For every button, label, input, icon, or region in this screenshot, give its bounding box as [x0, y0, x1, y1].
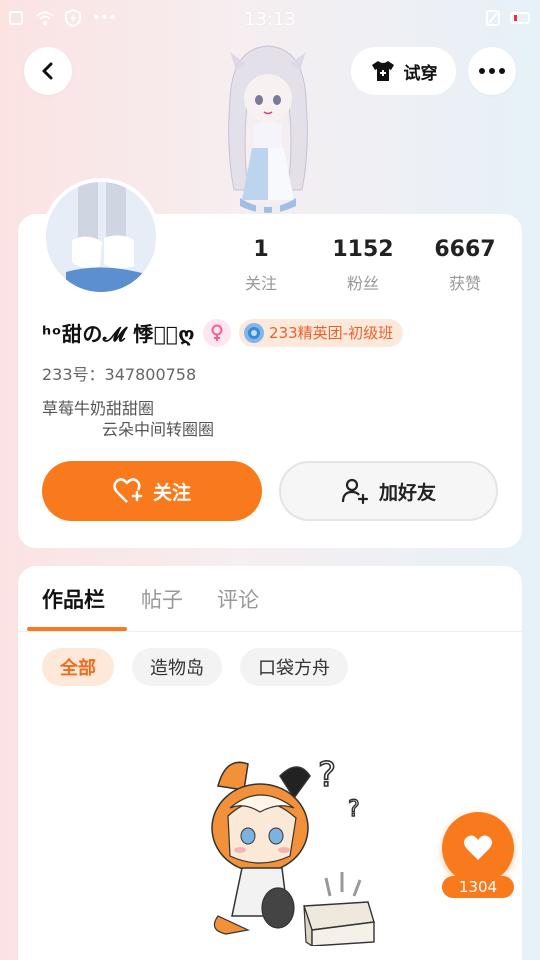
stat-following-label: 关注 — [244, 274, 277, 293]
follow-button[interactable]: 关注 — [42, 461, 262, 521]
avatar-image — [46, 182, 156, 292]
heart-icon — [464, 835, 492, 860]
tab-comments[interactable]: 评论 — [217, 584, 259, 614]
follow-label: 关注 — [152, 481, 191, 504]
rank-badge[interactable]: 233精英团-初级班 — [239, 318, 404, 347]
like-button[interactable] — [442, 812, 514, 884]
works-tabs: 作品栏 帖子 评论 — [18, 566, 522, 632]
name-row: ʰᵒ甜の𝓜 悸念⃢ღ 233精英团-初级班 — [42, 318, 404, 347]
svg-text:?: ? — [348, 797, 360, 822]
empty-state-illustration: ? ? — [211, 754, 375, 946]
tab-indicator — [27, 627, 127, 631]
filter-pocket-ark[interactable]: 口袋方舟 — [240, 648, 348, 686]
add-friend-button[interactable]: 加好友 — [279, 461, 498, 521]
try-on-label: 试穿 — [403, 63, 438, 84]
stat-likes-count: 6667 — [434, 237, 496, 262]
bio-line-2: 云朵中间转圈圈 — [102, 420, 215, 439]
filter-creation-island[interactable]: 造物岛 — [132, 648, 222, 686]
stat-following[interactable]: 1 关注 — [211, 237, 311, 294]
works-card: 作品栏 帖子 评论 全部 造物岛 口袋方舟 ? ? — [18, 566, 522, 960]
username: ʰᵒ甜の𝓜 悸念⃢ღ — [42, 322, 196, 346]
user-id: 233号：347800758 — [42, 365, 197, 384]
stat-fans-count: 1152 — [332, 237, 394, 262]
avatar-figure-image[interactable] — [212, 40, 324, 216]
add-user-icon — [341, 478, 369, 505]
stat-fans-label: 粉丝 — [346, 274, 379, 293]
tab-posts[interactable]: 帖子 — [141, 584, 183, 614]
tab-works[interactable]: 作品栏 — [42, 584, 105, 614]
more-button[interactable] — [468, 47, 516, 95]
avatar[interactable] — [42, 178, 160, 296]
status-right-icons — [484, 9, 530, 27]
stat-likes-label: 获赞 — [448, 274, 481, 293]
like-count: 1304 — [442, 876, 514, 898]
filter-chips: 全部 造物岛 口袋方舟 — [42, 648, 348, 686]
back-icon — [42, 62, 53, 80]
status-bar: ••• 13:13 — [0, 0, 540, 38]
battery-icon — [510, 12, 530, 24]
try-on-button[interactable]: 试穿 — [351, 47, 456, 95]
heart-plus-icon — [113, 478, 143, 503]
tshirt-icon — [371, 61, 394, 81]
svg-text:?: ? — [318, 755, 336, 795]
back-button[interactable] — [24, 47, 72, 95]
more-icon — [479, 68, 505, 74]
rank-badge-label: 233精英团-初级班 — [269, 324, 394, 342]
signal-icon — [486, 10, 500, 26]
add-friend-label: 加好友 — [378, 481, 436, 504]
status-time: 13:13 — [244, 9, 296, 30]
filter-all[interactable]: 全部 — [42, 648, 114, 686]
stat-following-count: 1 — [253, 237, 269, 262]
stat-likes[interactable]: 6667 获赞 — [415, 237, 515, 294]
stat-fans[interactable]: 1152 粉丝 — [313, 237, 413, 294]
rank-gem-icon — [244, 322, 265, 343]
female-icon — [203, 318, 232, 347]
